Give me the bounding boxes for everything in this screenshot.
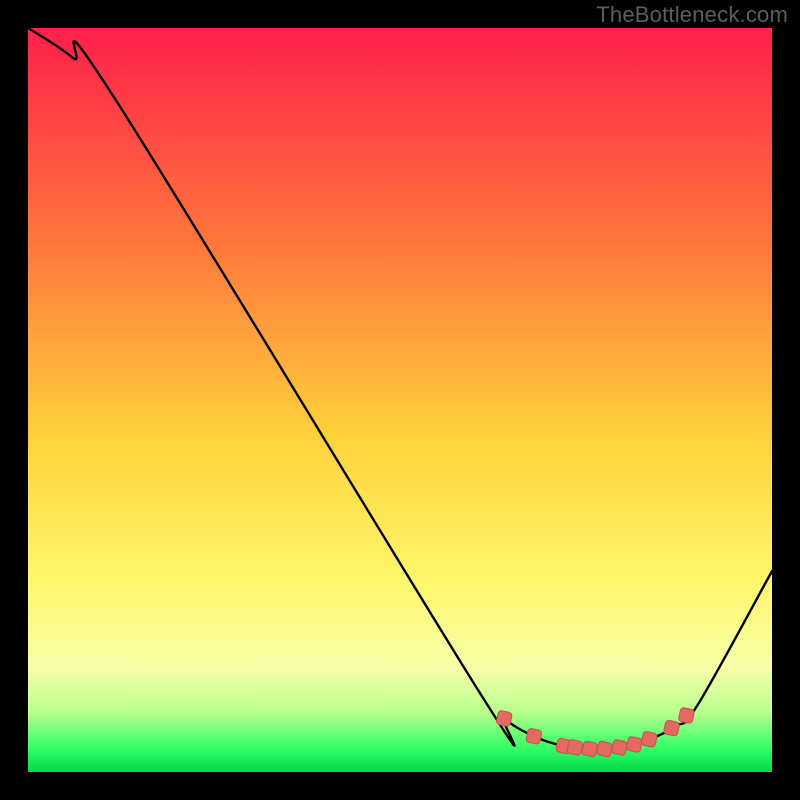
marker-point xyxy=(596,741,613,758)
marker-point xyxy=(663,720,680,737)
marker-point xyxy=(641,731,658,748)
marker-point xyxy=(626,736,643,753)
marker-point xyxy=(611,739,628,756)
marker-point xyxy=(526,728,543,745)
marker-point xyxy=(581,741,598,758)
chart-svg xyxy=(28,28,772,772)
marker-point xyxy=(678,707,695,724)
plot-area xyxy=(28,28,772,772)
marker-point xyxy=(496,710,513,727)
chart-frame: TheBottleneck.com xyxy=(0,0,800,800)
marker-point xyxy=(567,739,584,756)
watermark-text: TheBottleneck.com xyxy=(596,2,788,28)
